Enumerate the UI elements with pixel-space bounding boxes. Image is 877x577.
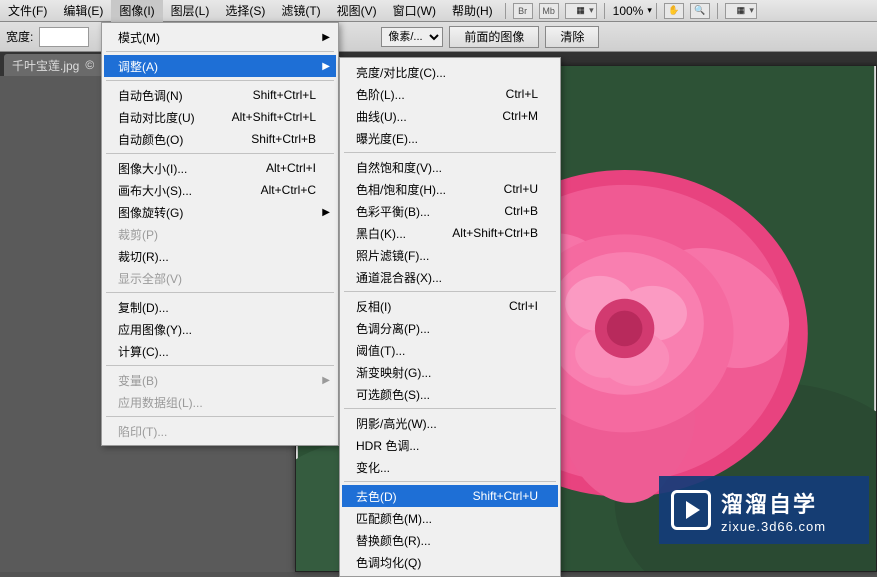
zoom-level[interactable]: 100% [613, 4, 644, 18]
menu-edit[interactable]: 编辑(E) [55, 0, 111, 22]
menu-curves[interactable]: 曲线(U)...Ctrl+M [342, 105, 558, 127]
menu-image-size[interactable]: 图像大小(I)...Alt+Ctrl+I [104, 157, 336, 179]
separator [604, 3, 605, 19]
separator [344, 291, 556, 292]
separator [656, 3, 657, 19]
screen-mode-dropdown[interactable]: ▦ [565, 3, 597, 19]
menu-rotate[interactable]: 图像旋转(G)▶ [104, 201, 336, 223]
menu-adjustments[interactable]: 调整(A)▶ [104, 55, 336, 77]
menu-equalize[interactable]: 色调均化(Q) [342, 551, 558, 573]
separator [106, 51, 334, 52]
menu-variations[interactable]: 变化... [342, 456, 558, 478]
menu-brightness-contrast[interactable]: 亮度/对比度(C)... [342, 61, 558, 83]
menu-selective-color[interactable]: 可选颜色(S)... [342, 383, 558, 405]
menu-posterize[interactable]: 色调分离(P)... [342, 317, 558, 339]
menu-photo-filter[interactable]: 照片滤镜(F)... [342, 244, 558, 266]
menu-hdr-toning[interactable]: HDR 色调... [342, 434, 558, 456]
play-icon [671, 490, 711, 530]
menu-gradient-map[interactable]: 渐变映射(G)... [342, 361, 558, 383]
menu-trim[interactable]: 裁切(R)... [104, 245, 336, 267]
hand-tool-icon[interactable]: ✋ [664, 3, 684, 19]
bridge-icon[interactable]: Br [513, 3, 533, 19]
separator [505, 3, 506, 19]
watermark: 溜溜自学 zixue.3d66.com [659, 476, 869, 544]
menu-shadows-highlights[interactable]: 阴影/高光(W)... [342, 412, 558, 434]
menu-apply-image[interactable]: 应用图像(Y)... [104, 318, 336, 340]
minibridge-icon[interactable]: Mb [539, 3, 559, 19]
separator [106, 292, 334, 293]
menu-desaturate[interactable]: 去色(D)Shift+Ctrl+U [342, 485, 558, 507]
menu-exposure[interactable]: 曝光度(E)... [342, 127, 558, 149]
menu-threshold[interactable]: 阈值(T)... [342, 339, 558, 361]
menu-duplicate[interactable]: 复制(D)... [104, 296, 336, 318]
adjustments-submenu: 亮度/对比度(C)... 色阶(L)...Ctrl+L 曲线(U)...Ctrl… [339, 57, 561, 577]
menu-window[interactable]: 窗口(W) [385, 0, 444, 22]
menu-image[interactable]: 图像(I) [111, 0, 162, 22]
front-image-button[interactable]: 前面的图像 [449, 26, 539, 48]
separator [106, 365, 334, 366]
separator [344, 152, 556, 153]
menu-auto-tone[interactable]: 自动色调(N)Shift+Ctrl+L [104, 84, 336, 106]
menu-filter[interactable]: 滤镜(T) [273, 0, 328, 22]
tab-title: 千叶宝莲.jpg [12, 57, 79, 74]
watermark-url: zixue.3d66.com [721, 519, 826, 534]
menu-vibrance[interactable]: 自然饱和度(V)... [342, 156, 558, 178]
separator [344, 408, 556, 409]
menu-variables: 变量(B)▶ [104, 369, 336, 391]
watermark-title: 溜溜自学 [721, 487, 826, 519]
menu-file[interactable]: 文件(F) [0, 0, 55, 22]
menu-levels[interactable]: 色阶(L)...Ctrl+L [342, 83, 558, 105]
menu-auto-color[interactable]: 自动颜色(O)Shift+Ctrl+B [104, 128, 336, 150]
tab-suffix: © [85, 58, 94, 72]
menu-replace-color[interactable]: 替换颜色(R)... [342, 529, 558, 551]
menu-calculations[interactable]: 计算(C)... [104, 340, 336, 362]
menu-trap: 陷印(T)... [104, 420, 336, 442]
separator [344, 481, 556, 482]
menu-layer[interactable]: 图层(L) [163, 0, 218, 22]
menu-color-balance[interactable]: 色彩平衡(B)...Ctrl+B [342, 200, 558, 222]
menu-black-white[interactable]: 黑白(K)...Alt+Shift+Ctrl+B [342, 222, 558, 244]
menu-view[interactable]: 视图(V) [329, 0, 385, 22]
menu-auto-contrast[interactable]: 自动对比度(U)Alt+Shift+Ctrl+L [104, 106, 336, 128]
unit-select[interactable]: 像素/... [381, 27, 443, 47]
menu-help[interactable]: 帮助(H) [444, 0, 501, 22]
menu-hue-saturation[interactable]: 色相/饱和度(H)...Ctrl+U [342, 178, 558, 200]
zoom-tool-icon[interactable]: 🔍 [690, 3, 710, 19]
separator [106, 416, 334, 417]
menu-match-color[interactable]: 匹配颜色(M)... [342, 507, 558, 529]
separator [106, 80, 334, 81]
menu-crop: 裁剪(P) [104, 223, 336, 245]
menu-canvas-size[interactable]: 画布大小(S)...Alt+Ctrl+C [104, 179, 336, 201]
menubar: 文件(F) 编辑(E) 图像(I) 图层(L) 选择(S) 滤镜(T) 视图(V… [0, 0, 877, 22]
separator [106, 153, 334, 154]
menu-mode[interactable]: 模式(M)▶ [104, 26, 336, 48]
width-input[interactable] [39, 27, 89, 47]
clear-button[interactable]: 清除 [545, 26, 599, 48]
menu-reveal-all: 显示全部(V) [104, 267, 336, 289]
arrange-dropdown[interactable]: ▦ [725, 3, 757, 19]
document-tab[interactable]: 千叶宝莲.jpg © × [4, 54, 115, 76]
menu-datasets: 应用数据组(L)... [104, 391, 336, 413]
width-label: 宽度: [6, 28, 33, 45]
menu-select[interactable]: 选择(S) [217, 0, 273, 22]
image-menu: 模式(M)▶ 调整(A)▶ 自动色调(N)Shift+Ctrl+L 自动对比度(… [101, 22, 339, 446]
menu-channel-mixer[interactable]: 通道混合器(X)... [342, 266, 558, 288]
separator [717, 3, 718, 19]
menu-invert[interactable]: 反相(I)Ctrl+I [342, 295, 558, 317]
